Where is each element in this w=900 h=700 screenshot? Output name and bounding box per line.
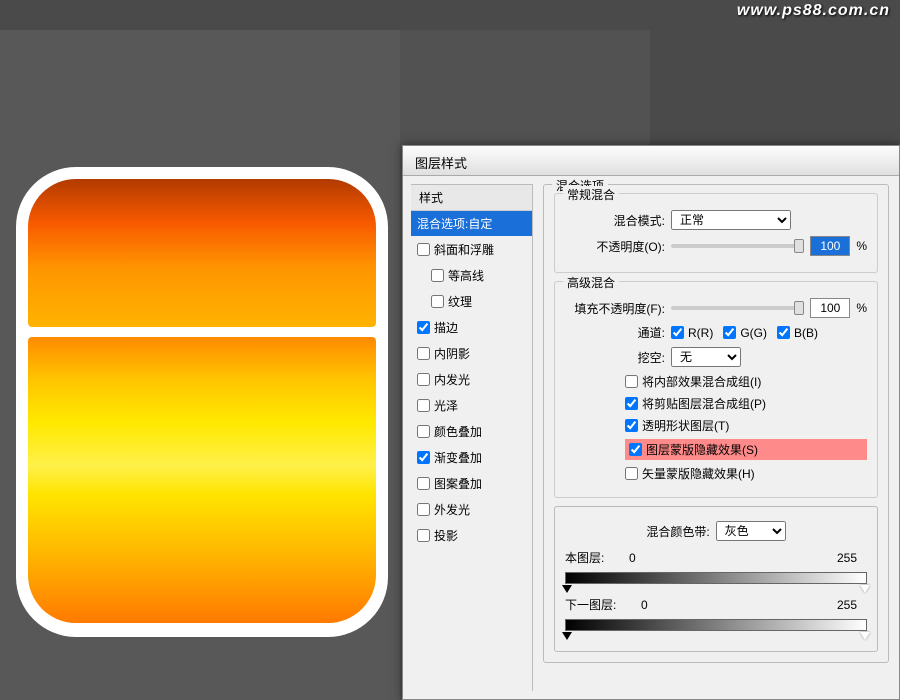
blend-mode-label: 混合模式: [565, 212, 665, 229]
style-checkbox[interactable] [417, 373, 430, 386]
style-item-label: 图案叠加 [434, 475, 482, 492]
knockout-label: 挖空: [565, 349, 665, 366]
icon-preview [16, 167, 388, 637]
style-item-6[interactable]: 内发光 [411, 367, 532, 393]
advanced-blend-title: 高级混合 [563, 274, 619, 291]
opacity-slider[interactable] [671, 244, 804, 248]
styles-list: 样式 混合选项:自定斜面和浮雕等高线纹理描边内阴影内发光光泽颜色叠加渐变叠加图案… [411, 184, 533, 691]
style-item-5[interactable]: 内阴影 [411, 341, 532, 367]
style-item-label: 等高线 [448, 267, 484, 284]
style-item-label: 光泽 [434, 397, 458, 414]
opt-blend-interior[interactable]: 将内部效果混合成组(I) [625, 373, 867, 390]
style-item-label: 混合选项:自定 [417, 215, 492, 232]
style-item-label: 纹理 [448, 293, 472, 310]
knockout-select[interactable]: 无 [671, 347, 741, 367]
this-high: 255 [827, 551, 867, 565]
style-item-label: 投影 [434, 527, 458, 544]
style-item-7[interactable]: 光泽 [411, 393, 532, 419]
style-checkbox[interactable] [417, 243, 430, 256]
style-item-label: 内发光 [434, 371, 470, 388]
opt-vector-mask-hides[interactable]: 矢量蒙版隐藏效果(H) [625, 465, 867, 482]
channel-g[interactable]: G(G) [723, 326, 767, 340]
channels-label: 通道: [565, 324, 665, 341]
watermark: www.ps88.com.cn [737, 2, 890, 20]
opacity-label: 不透明度(O): [565, 238, 665, 255]
general-blend-title: 常规混合 [563, 186, 619, 203]
style-item-label: 外发光 [434, 501, 470, 518]
pct-label: % [856, 301, 867, 315]
opt-blend-clipped[interactable]: 将剪贴图层混合成组(P) [625, 395, 867, 412]
dialog-title: 图层样式 [403, 146, 899, 176]
icon-top-half [28, 179, 376, 327]
style-checkbox[interactable] [417, 425, 430, 438]
style-item-8[interactable]: 颜色叠加 [411, 419, 532, 445]
icon-bottom-half [28, 337, 376, 623]
style-item-1[interactable]: 斜面和浮雕 [411, 237, 532, 263]
style-item-label: 斜面和浮雕 [434, 241, 494, 258]
style-checkbox[interactable] [431, 295, 444, 308]
under-layer-gradient[interactable] [565, 619, 867, 631]
blendif-select[interactable]: 灰色 [716, 521, 786, 541]
blend-mode-select[interactable]: 正常 [671, 210, 791, 230]
slider-handle-black-icon[interactable] [562, 585, 572, 593]
style-item-10[interactable]: 图案叠加 [411, 471, 532, 497]
opacity-input[interactable] [810, 236, 850, 256]
channel-r[interactable]: R(R) [671, 326, 713, 340]
style-item-label: 渐变叠加 [434, 449, 482, 466]
style-checkbox[interactable] [431, 269, 444, 282]
fill-input[interactable] [810, 298, 850, 318]
blendif-label: 混合颜色带: [646, 523, 709, 540]
under-low: 0 [624, 598, 664, 612]
opt-transparency-shapes[interactable]: 透明形状图层(T) [625, 417, 867, 434]
slider-handle-black-icon[interactable] [562, 632, 572, 640]
style-checkbox[interactable] [417, 347, 430, 360]
style-item-label: 颜色叠加 [434, 423, 482, 440]
this-layer-gradient[interactable] [565, 572, 867, 584]
opt-layer-mask-hides[interactable]: 图层蒙版隐藏效果(S) [625, 439, 867, 460]
style-checkbox[interactable] [417, 477, 430, 490]
styles-header: 样式 [411, 185, 532, 211]
style-checkbox[interactable] [417, 321, 430, 334]
style-item-11[interactable]: 外发光 [411, 497, 532, 523]
slider-handle-white-icon[interactable] [860, 585, 870, 593]
layer-style-dialog: 图层样式 样式 混合选项:自定斜面和浮雕等高线纹理描边内阴影内发光光泽颜色叠加渐… [402, 145, 900, 700]
style-item-12[interactable]: 投影 [411, 523, 532, 549]
under-high: 255 [827, 598, 867, 612]
under-layer-label: 下一图层: [565, 596, 616, 613]
style-item-label: 内阴影 [434, 345, 470, 362]
style-item-3[interactable]: 纹理 [411, 289, 532, 315]
slider-handle-white-icon[interactable] [860, 632, 870, 640]
style-item-2[interactable]: 等高线 [411, 263, 532, 289]
style-item-label: 描边 [434, 319, 458, 336]
style-item-0[interactable]: 混合选项:自定 [411, 211, 532, 237]
style-item-9[interactable]: 渐变叠加 [411, 445, 532, 471]
pct-label: % [856, 239, 867, 253]
style-checkbox[interactable] [417, 529, 430, 542]
style-item-4[interactable]: 描边 [411, 315, 532, 341]
channel-b[interactable]: B(B) [777, 326, 818, 340]
fill-slider[interactable] [671, 306, 804, 310]
fill-opacity-label: 填充不透明度(F): [565, 300, 665, 317]
style-checkbox[interactable] [417, 503, 430, 516]
style-checkbox[interactable] [417, 399, 430, 412]
this-layer-label: 本图层: [565, 549, 604, 566]
style-checkbox[interactable] [417, 451, 430, 464]
this-low: 0 [612, 551, 652, 565]
